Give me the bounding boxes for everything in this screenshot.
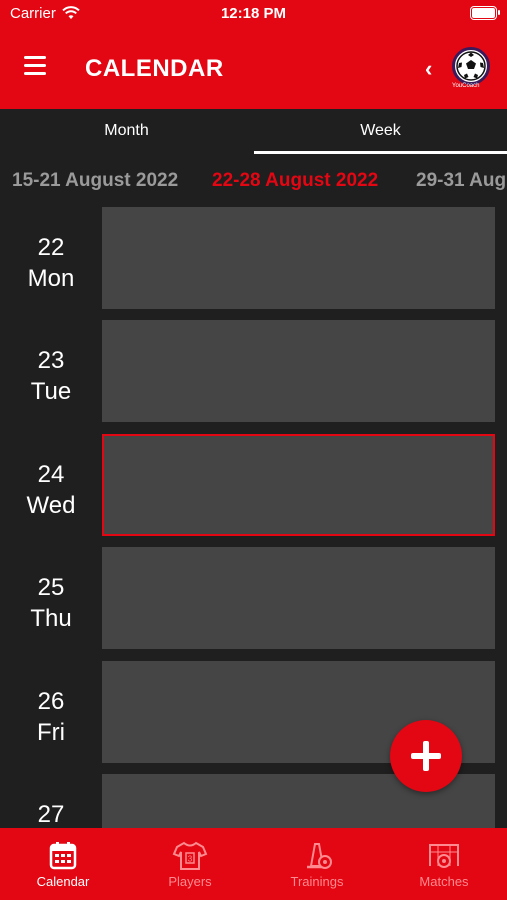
day-row: 23 Tue — [0, 320, 507, 422]
nav-item-players[interactable]: 3 Players — [127, 828, 253, 900]
tab-month[interactable]: Month — [0, 109, 253, 154]
nav-label-players: Players — [168, 874, 212, 889]
week-selector: 15-21 August 2022 22-28 August 2022 29-3… — [0, 164, 507, 198]
week-next[interactable]: 29-31 August 2022 — [416, 170, 507, 192]
day-name: Thu — [30, 605, 72, 632]
nav-label-calendar: Calendar — [36, 874, 90, 889]
view-tabs: Month Week — [0, 109, 507, 154]
day-number: 25 — [37, 574, 65, 601]
week-current[interactable]: 22-28 August 2022 — [212, 170, 378, 192]
day-row-today: 24 Wed — [0, 434, 507, 536]
battery-icon — [470, 6, 500, 20]
page-title: CALENDAR — [85, 55, 224, 82]
day-name: Fri — [37, 719, 65, 746]
soccer-ball-icon — [456, 51, 486, 81]
jersey-icon: 3 — [172, 841, 208, 870]
nav-label-trainings: Trainings — [290, 874, 344, 889]
tab-week[interactable]: Week — [254, 109, 507, 154]
day-row: 25 Thu — [0, 547, 507, 649]
day-row: 22 Mon — [0, 207, 507, 309]
day-events-cell[interactable] — [102, 320, 495, 422]
hamburger-menu-icon[interactable] — [24, 56, 46, 76]
day-events-cell[interactable] — [102, 207, 495, 309]
cone-icon — [307, 843, 332, 869]
day-number: 26 — [37, 688, 65, 715]
nav-item-calendar[interactable]: Calendar — [0, 828, 126, 900]
week-previous[interactable]: 15-21 August 2022 — [12, 170, 178, 192]
nav-item-trainings[interactable]: Trainings — [254, 828, 380, 900]
logo-text: YouCoach — [452, 83, 480, 89]
day-name: Wed — [26, 492, 76, 519]
status-bar: Carrier 12:18 PM — [0, 0, 507, 30]
day-name: Mon — [27, 265, 75, 292]
goal-icon — [429, 844, 459, 868]
team-logo-avatar[interactable] — [452, 47, 490, 85]
add-event-button[interactable] — [390, 720, 462, 792]
app-header: Carrier 12:18 PM CALENDAR ‹ YouCoach — [0, 0, 507, 109]
day-events-cell[interactable] — [102, 547, 495, 649]
calendar-icon — [49, 842, 77, 870]
status-time: 12:18 PM — [220, 5, 287, 22]
day-number: 24 — [37, 461, 65, 488]
day-number: 23 — [37, 347, 65, 374]
day-number: 22 — [37, 234, 65, 261]
bottom-nav: Calendar 3 Players Trainings Matches — [0, 828, 507, 900]
day-events-cell-today[interactable] — [102, 434, 495, 536]
tab-selected-indicator — [254, 151, 507, 154]
svg-text:3: 3 — [188, 855, 193, 864]
nav-item-matches[interactable]: Matches — [381, 828, 507, 900]
nav-label-matches: Matches — [419, 874, 469, 889]
day-name: Tue — [30, 378, 72, 405]
back-chevron-icon[interactable]: ‹ — [425, 56, 432, 82]
day-number: 27 — [37, 801, 65, 828]
